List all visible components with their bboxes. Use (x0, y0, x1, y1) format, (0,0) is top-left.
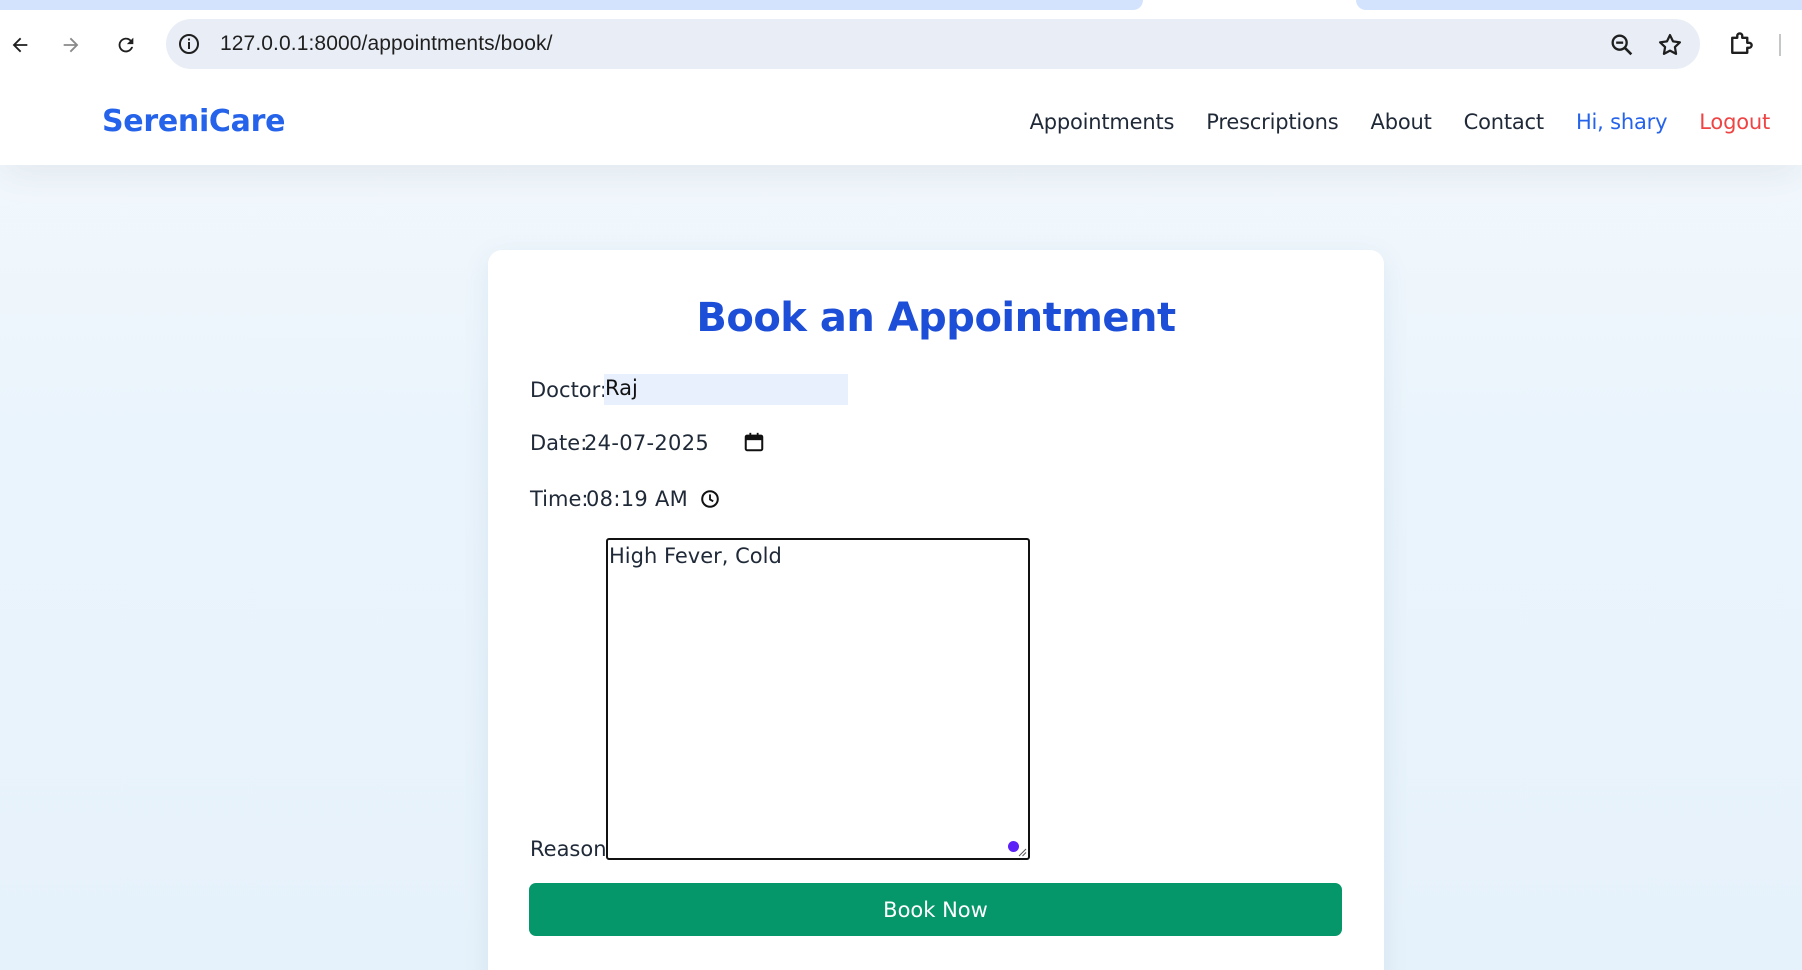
nav-link-about[interactable]: About (1371, 110, 1432, 134)
date-input[interactable]: 24-07-2025 (584, 431, 709, 455)
zoom-icon[interactable] (1608, 31, 1636, 59)
nav-link-prescriptions[interactable]: Prescriptions (1206, 110, 1338, 134)
reason-textarea[interactable]: High Fever, Cold (606, 538, 1030, 860)
reload-icon (118, 37, 134, 53)
forward-button[interactable] (54, 28, 88, 62)
book-now-button[interactable]: Book Now (529, 883, 1342, 936)
extensions-icon[interactable] (1726, 29, 1756, 59)
address-bar[interactable]: 127.0.0.1:8000/appointments/book/ (166, 19, 1700, 69)
site-info-icon[interactable] (175, 30, 203, 58)
toolbar-divider (1779, 34, 1781, 56)
time-input[interactable]: 08:19 AM (586, 487, 688, 511)
brand-logo[interactable]: SereniCare (102, 104, 285, 139)
page: SereniCare Appointments Prescriptions Ab… (0, 79, 1802, 970)
site-navbar: SereniCare Appointments Prescriptions Ab… (0, 79, 1802, 165)
reload-button[interactable] (109, 28, 143, 62)
booking-card: Book an Appointment Doctor: Raj Date: 24… (488, 250, 1384, 970)
arrow-right-icon (63, 37, 79, 53)
clock-icon[interactable] (699, 488, 721, 510)
time-label: Time: (530, 487, 589, 511)
bookmark-star-icon[interactable] (1656, 31, 1684, 59)
resize-grip-icon[interactable] (1017, 847, 1027, 857)
user-greeting[interactable]: Hi, shary (1576, 110, 1668, 134)
reason-label: Reason: (530, 837, 614, 861)
browser-toolbar: 127.0.0.1:8000/appointments/book/ (0, 18, 1802, 79)
calendar-icon[interactable] (743, 431, 765, 453)
nav-links: Appointments Prescriptions About Contact… (1030, 110, 1771, 134)
page-title: Book an Appointment (696, 295, 1176, 341)
logout-link[interactable]: Logout (1699, 110, 1770, 134)
reason-text: High Fever, Cold (609, 544, 782, 568)
doctor-label: Doctor: (530, 378, 607, 402)
doctor-input[interactable]: Raj (604, 374, 848, 405)
nav-link-contact[interactable]: Contact (1464, 110, 1545, 134)
browser-tab[interactable] (1356, 0, 1802, 10)
nav-link-appointments[interactable]: Appointments (1030, 110, 1175, 134)
url-text[interactable]: 127.0.0.1:8000/appointments/book/ (220, 32, 553, 56)
tab-strip (0, 0, 1802, 18)
browser-tab[interactable] (0, 0, 1143, 10)
back-button[interactable] (3, 28, 37, 62)
date-label: Date: (530, 431, 588, 455)
arrow-left-icon (12, 37, 28, 53)
